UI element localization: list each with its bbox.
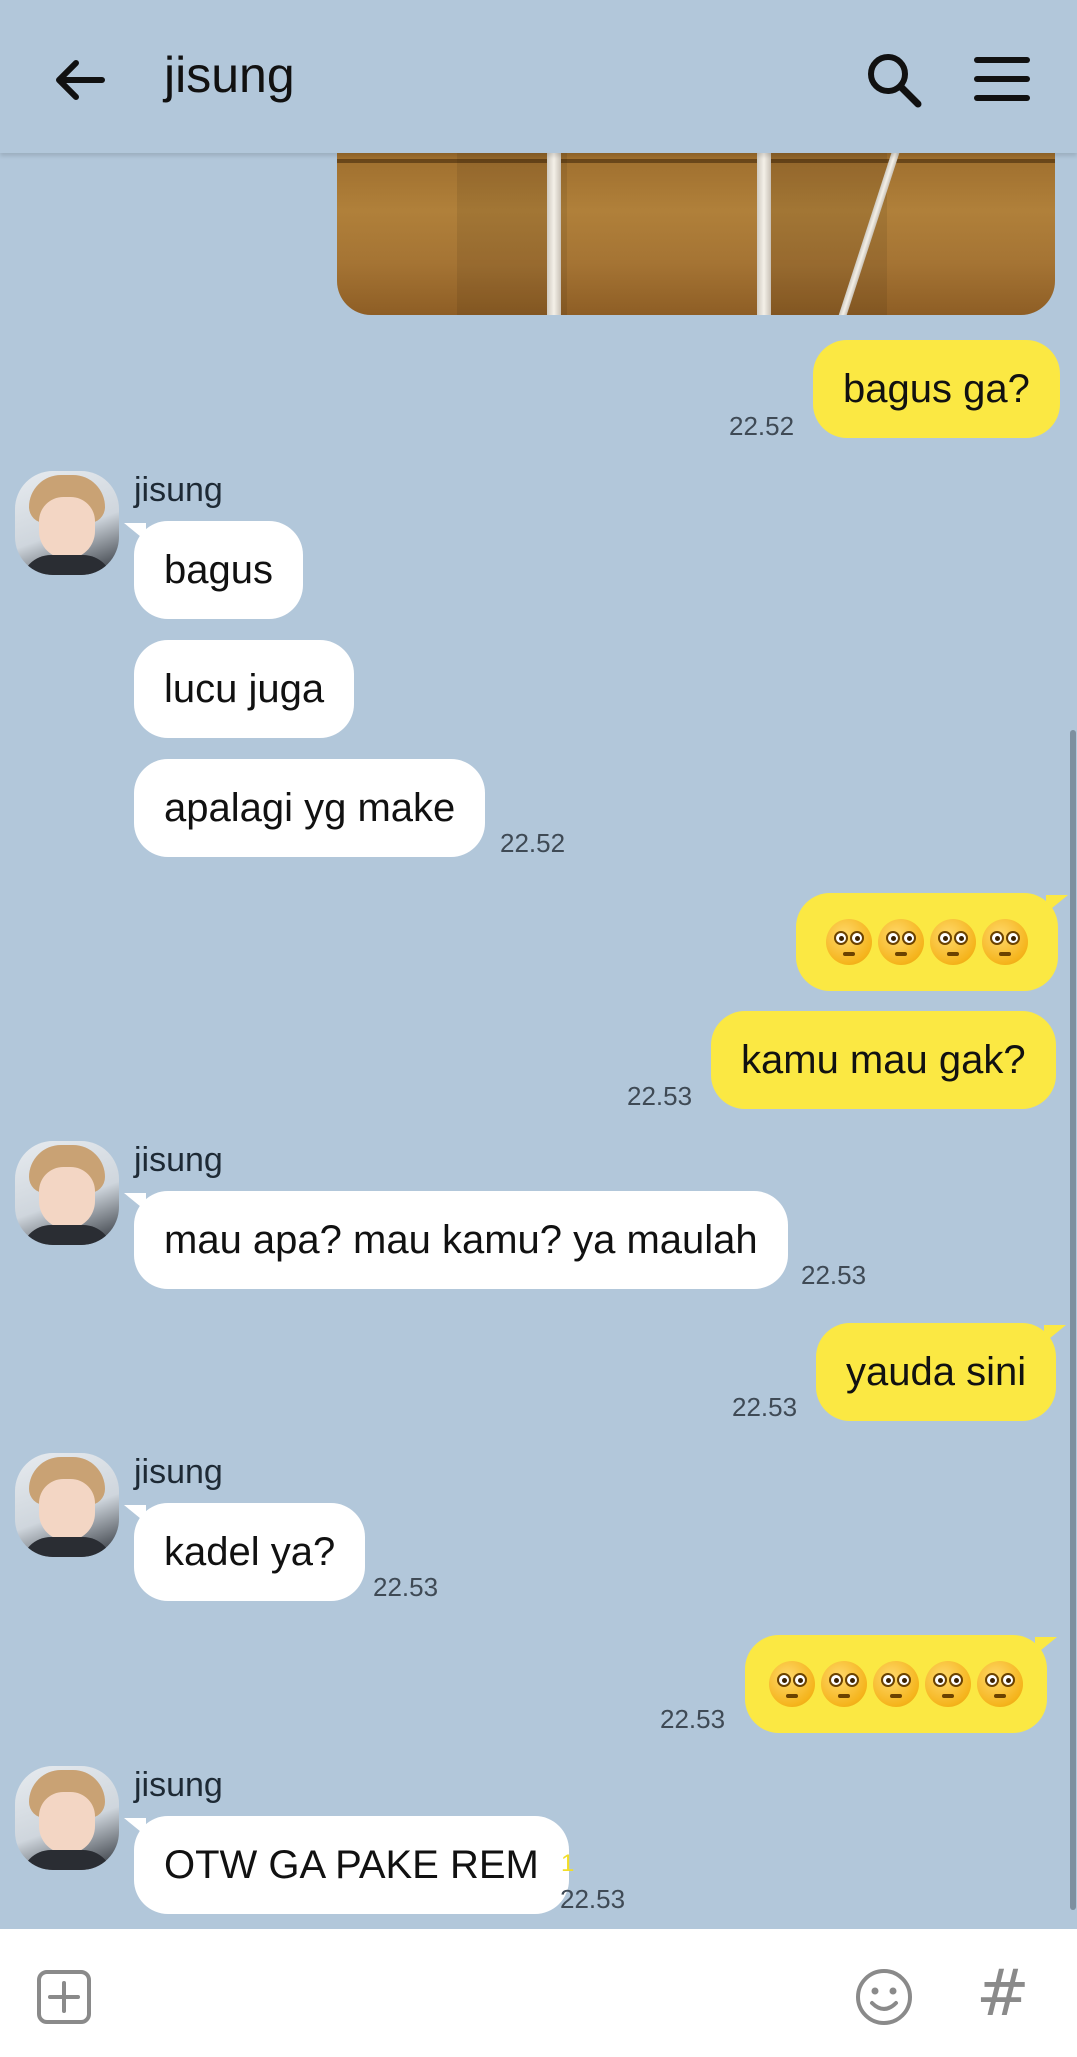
scrollbar[interactable] <box>1070 730 1076 1910</box>
my-message-bubble[interactable]: kamu mau gak? <box>711 1011 1056 1109</box>
their-message-bubble[interactable]: mau apa? mau kamu? ya maulah <box>124 1191 788 1289</box>
flushed-face-emoji <box>826 919 872 965</box>
menu-icon[interactable] <box>972 50 1032 110</box>
flushed-face-emoji <box>878 919 924 965</box>
smile-icon[interactable] <box>854 1967 914 2027</box>
hashtag-button[interactable]: # <box>976 1957 1030 2031</box>
flushed-face-emoji <box>821 1661 867 1707</box>
message-time: 22.53 <box>627 1081 693 1111</box>
their-message-bubble[interactable]: lucu juga <box>134 640 355 738</box>
chat-area[interactable]: 22.52 bagus ga? jisung bagus lucu juga a… <box>0 153 1077 1929</box>
avatar[interactable] <box>15 1141 119 1245</box>
message-time: 22.53 <box>732 1392 798 1422</box>
avatar[interactable] <box>15 471 119 575</box>
arrow-left-icon[interactable] <box>50 50 110 110</box>
their-message-bubble[interactable]: kadel ya? <box>123 1503 366 1601</box>
my-message-bubble[interactable]: yauda sini <box>816 1323 1067 1421</box>
flushed-face-emoji <box>930 919 976 965</box>
my-message-bubble[interactable]: bagus ga? <box>813 340 1060 438</box>
unread-count: 1 <box>561 1850 575 1877</box>
flushed-face-emoji <box>925 1661 971 1707</box>
sender-name: jisung <box>134 471 223 509</box>
their-message-bubble[interactable]: OTW GA PAKE REM <box>124 1816 569 1914</box>
message-time: 22.52 <box>729 411 795 441</box>
avatar[interactable] <box>15 1766 119 1870</box>
sender-name: jisung <box>134 1766 223 1804</box>
my-emoji-bubble[interactable] <box>745 1635 1057 1733</box>
their-message-bubble[interactable]: apalagi yg make <box>134 759 486 857</box>
message-time: 22.53 <box>373 1572 439 1602</box>
message-time: 22.52 <box>500 828 566 858</box>
chat-title: jisung <box>164 47 295 103</box>
search-icon[interactable] <box>864 50 924 110</box>
flushed-face-emoji <box>982 919 1028 965</box>
message-time: 22.53 <box>560 1884 626 1914</box>
sender-name: jisung <box>134 1141 223 1179</box>
my-emoji-bubble[interactable] <box>796 893 1068 991</box>
flushed-face-emoji <box>977 1661 1023 1707</box>
shared-photo[interactable] <box>337 153 1055 315</box>
input-bar[interactable]: # <box>0 1929 1077 2057</box>
avatar[interactable] <box>15 1453 119 1557</box>
flushed-face-emoji <box>769 1661 815 1707</box>
chat-header: jisung <box>0 0 1077 153</box>
plus-square-icon[interactable] <box>36 1969 92 2025</box>
message-time: 22.53 <box>660 1704 726 1734</box>
sender-name: jisung <box>134 1453 223 1491</box>
flushed-face-emoji <box>873 1661 919 1707</box>
message-time: 22.53 <box>801 1260 867 1290</box>
their-message-bubble[interactable]: bagus <box>124 521 303 619</box>
